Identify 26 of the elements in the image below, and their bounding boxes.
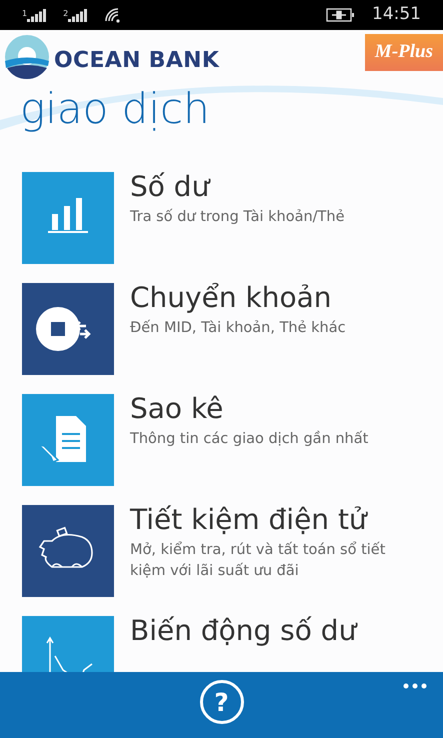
clock-time: 14:51 (372, 3, 421, 26)
tile-icon[interactable] (22, 505, 114, 597)
page-title: giao dịch (20, 88, 211, 130)
item-description: Đến MID, Tài khoản, Thẻ khác (130, 318, 346, 338)
m-plus-badge: M-Plus (364, 34, 443, 70)
tile-icon[interactable] (22, 394, 114, 486)
signal-icon (68, 8, 88, 22)
bank-name: OCEAN BANK (54, 47, 220, 75)
help-button[interactable]: ? (200, 680, 244, 724)
item-title[interactable]: Số dư (130, 172, 344, 203)
sim-label: 1 (22, 8, 28, 20)
ocean-logo-icon (4, 34, 50, 80)
item-description: Thông tin các giao dịch gần nhất (130, 430, 368, 449)
battery-charging-icon (326, 8, 356, 22)
item-description: Mở, kiểm tra, rút và tất toán sổ tiết kiệm với lãi suất ưu đãi (130, 540, 386, 581)
item-title[interactable]: Tiết kiệm điện tử (130, 505, 421, 536)
item-title[interactable]: Chuyển khoản (130, 283, 346, 314)
signal-icon (27, 8, 48, 22)
tile-icon[interactable] (22, 283, 114, 375)
item-title[interactable]: Biến động số dư (130, 616, 356, 647)
tile-icon[interactable] (22, 172, 114, 264)
item-title[interactable]: Sao kê (130, 394, 368, 425)
item-description: Tra số dư trong Tài khoản/Thẻ (130, 208, 344, 227)
more-icon[interactable] (403, 683, 427, 689)
sim-label: 2 (63, 8, 68, 20)
wifi-icon (104, 7, 122, 23)
